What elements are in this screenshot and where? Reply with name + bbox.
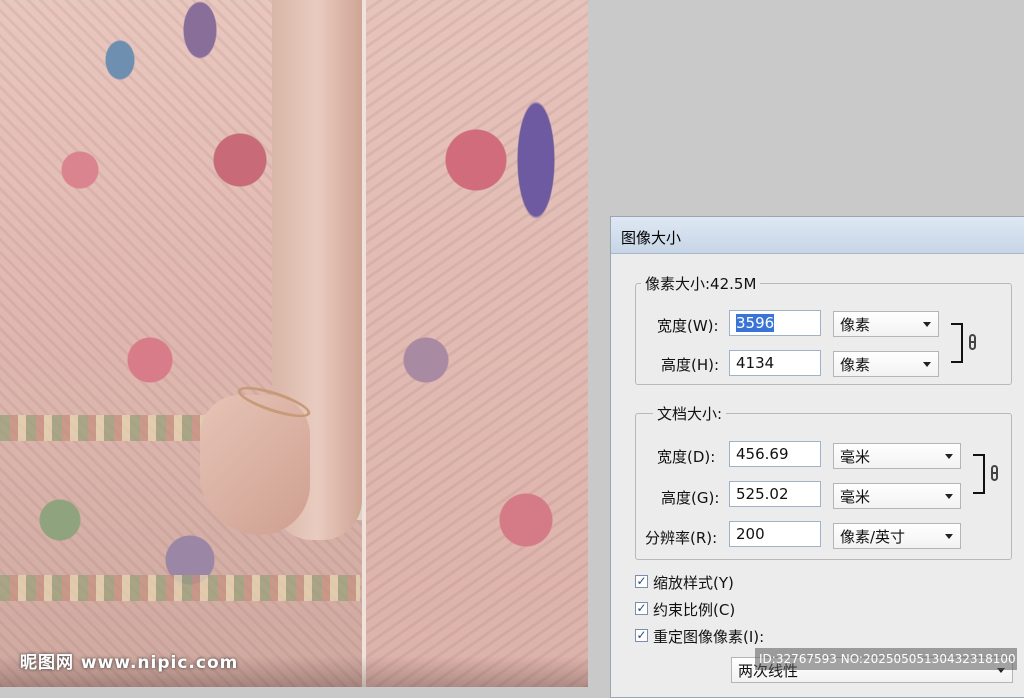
pixel-link-bracket xyxy=(951,323,963,363)
chevron-down-icon xyxy=(923,322,931,327)
doc-height-label: 高度(G): xyxy=(661,489,720,507)
watermark-right: ID:32767593 NO:20250505130432318100 xyxy=(755,648,1017,670)
constrain-proportions-label[interactable]: 约束比例(C) xyxy=(653,599,735,620)
resolution-unit: 像素/英寸 xyxy=(840,528,906,546)
doc-height-unit-select[interactable]: 毫米 xyxy=(833,483,961,509)
document-size-legend: 文档大小: xyxy=(653,403,727,424)
doc-height-input[interactable]: 525.02 xyxy=(729,481,821,507)
doc-width-label: 宽度(D): xyxy=(657,448,716,466)
scale-styles-label[interactable]: 缩放样式(Y) xyxy=(653,572,734,593)
pixel-height-input[interactable]: 4134 xyxy=(729,350,821,376)
chain-link-icon xyxy=(991,465,998,481)
pixel-height-value: 4134 xyxy=(736,354,775,372)
resolution-value: 200 xyxy=(736,525,765,543)
resolution-label: 分辨率(R): xyxy=(645,529,718,547)
resample-label[interactable]: 重定图像像素(I): xyxy=(653,626,764,647)
pixel-width-input[interactable]: 3596 xyxy=(729,310,821,336)
pixel-width-value: 3596 xyxy=(736,314,775,332)
doc-height-value: 525.02 xyxy=(736,485,789,503)
pixel-width-unit-select[interactable]: 像素 xyxy=(833,311,939,337)
chevron-down-icon xyxy=(923,362,931,367)
pixel-height-unit: 像素 xyxy=(840,356,871,374)
pixel-width-label: 宽度(W): xyxy=(657,317,719,335)
chevron-down-icon xyxy=(945,534,953,539)
doc-link-bracket xyxy=(973,454,985,494)
pattern-band xyxy=(0,575,360,601)
checkmark-icon: ✓ xyxy=(636,628,647,642)
watermark-left: 昵图网 www.nipic.com xyxy=(20,653,239,673)
doc-width-value: 456.69 xyxy=(736,445,789,463)
image-size-dialog: 图像大小 像素大小:42.5M 宽度(W): 3596 像素 高度(H): 41… xyxy=(610,216,1024,698)
checkmark-icon: ✓ xyxy=(636,601,647,615)
dialog-titlebar[interactable]: 图像大小 xyxy=(611,217,1024,254)
resolution-input[interactable]: 200 xyxy=(729,521,821,547)
constrain-proportions-checkbox[interactable]: ✓ xyxy=(635,602,648,615)
pixel-width-unit: 像素 xyxy=(840,316,871,334)
dialog-title: 图像大小 xyxy=(621,229,682,247)
doc-height-unit: 毫米 xyxy=(840,488,871,506)
pixel-dimensions-legend: 像素大小:42.5M xyxy=(641,273,761,294)
checkmark-icon: ✓ xyxy=(636,574,647,588)
chevron-down-icon xyxy=(945,494,953,499)
doc-width-unit: 毫米 xyxy=(840,448,871,466)
doc-width-unit-select[interactable]: 毫米 xyxy=(833,443,961,469)
resolution-unit-select[interactable]: 像素/英寸 xyxy=(833,523,961,549)
pixel-height-label: 高度(H): xyxy=(661,356,720,374)
pixel-height-unit-select[interactable]: 像素 xyxy=(833,351,939,377)
scale-styles-checkbox[interactable]: ✓ xyxy=(635,575,648,588)
doc-width-input[interactable]: 456.69 xyxy=(729,441,821,467)
background-photo xyxy=(0,0,588,687)
pattern-closeup xyxy=(366,0,588,687)
chevron-down-icon xyxy=(945,454,953,459)
chain-link-icon xyxy=(969,334,976,350)
resample-checkbox[interactable]: ✓ xyxy=(635,629,648,642)
